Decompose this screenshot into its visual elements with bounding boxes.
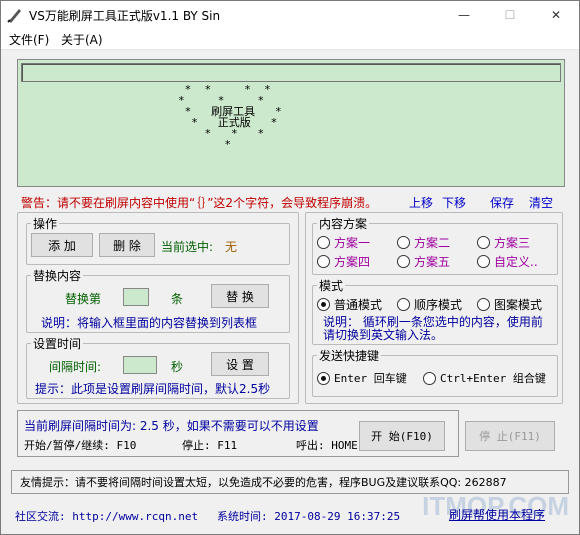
scheme-group: 内容方案 方案一 方案二 方案三 方案四 方案五 自定义.. bbox=[312, 215, 558, 275]
ops-title: 操作 bbox=[31, 215, 60, 232]
move-down-link[interactable]: 下移 bbox=[442, 194, 466, 211]
radio-circle-icon bbox=[317, 236, 330, 249]
stop-button[interactable]: 停 止(F11) bbox=[465, 421, 555, 451]
mode-radio-normal[interactable]: 普通模式 bbox=[317, 296, 382, 313]
add-button[interactable]: 添 加 bbox=[31, 233, 93, 257]
radio-selected-icon bbox=[317, 371, 330, 385]
menu-about[interactable]: 关于(A) bbox=[61, 31, 103, 48]
minimize-button[interactable]: — bbox=[441, 1, 487, 29]
replace-title: 替换内容 bbox=[31, 267, 84, 284]
mode-hint: 说明： 循环刷一条您选中的内容，使用前请切换到英文输入法。 bbox=[323, 315, 543, 342]
replace-hint: 说明：将输入框里面的内容替换到列表框 bbox=[41, 316, 258, 330]
scheme-label-2: 方案二 bbox=[414, 236, 451, 250]
interval-label: 间隔时间: bbox=[49, 360, 102, 374]
radio-circle-icon bbox=[477, 298, 490, 311]
radio-circle-icon bbox=[397, 255, 410, 268]
interval-input[interactable] bbox=[123, 356, 157, 374]
current-selection-value: 无 bbox=[225, 240, 238, 254]
scheme-label-4: 方案四 bbox=[334, 255, 371, 269]
hotkey-radio-enter[interactable]: Enter 回车键 bbox=[317, 370, 407, 386]
close-button[interactable]: ✕ bbox=[533, 1, 579, 29]
radio-circle-icon bbox=[477, 236, 490, 249]
interval-title: 设置时间 bbox=[31, 335, 84, 352]
scheme-radio-4[interactable]: 方案四 bbox=[317, 253, 370, 270]
pattern-preview: * * * * * * * * 刷屏工具 * * 正式版 * * * * * bbox=[178, 83, 282, 151]
community-link[interactable]: 社区交流: http://www.rcqn.net bbox=[15, 508, 198, 524]
program-link[interactable]: 刷屏帮使用本程序 bbox=[449, 506, 545, 523]
minimize-icon: — bbox=[458, 8, 470, 22]
replace-unit: 条 bbox=[171, 292, 184, 306]
app-window: VS万能刷屏工具正式版v1.1 BY Sin — ☐ ✕ 文件(F) 关于(A)… bbox=[0, 0, 580, 535]
delete-button[interactable]: 删 除 bbox=[99, 233, 155, 257]
current-selection-label: 当前选中: bbox=[161, 240, 214, 254]
radio-circle-icon bbox=[423, 371, 436, 385]
radio-circle-icon bbox=[317, 255, 330, 268]
scheme-radio-1[interactable]: 方案一 bbox=[317, 234, 370, 251]
replace-group: 替换内容 替换第 条 替 换 说明：将输入框里面的内容替换到列表框 bbox=[26, 267, 290, 333]
mode-group: 模式 普通模式 顺序模式 图案模式 说明： 循环刷一条您选中的内容，使用前请切换… bbox=[312, 277, 558, 345]
scheme-label-custom: 自定义.. bbox=[494, 255, 538, 269]
radio-circle-icon bbox=[397, 236, 410, 249]
key-stop-info: 停止: F11 bbox=[182, 439, 238, 452]
clear-link[interactable]: 清空 bbox=[529, 194, 553, 211]
menu-bar: 文件(F) 关于(A) bbox=[1, 29, 579, 50]
scheme-radio-5[interactable]: 方案五 bbox=[397, 253, 450, 270]
radio-circle-icon bbox=[397, 298, 410, 311]
title-bar: VS万能刷屏工具正式版v1.1 BY Sin — ☐ ✕ bbox=[1, 1, 579, 29]
system-time: 系统时间: 2017-08-29 16:37:25 bbox=[217, 510, 401, 523]
save-link[interactable]: 保存 bbox=[490, 194, 514, 211]
close-icon: ✕ bbox=[550, 8, 562, 22]
interval-unit: 秒 bbox=[171, 360, 184, 374]
scheme-label-1: 方案一 bbox=[334, 236, 371, 250]
radio-selected-icon bbox=[317, 298, 330, 311]
scheme-radio-custom[interactable]: 自定义.. bbox=[477, 253, 538, 270]
replace-label: 替换第 bbox=[65, 292, 102, 306]
window-title: VS万能刷屏工具正式版v1.1 BY Sin bbox=[29, 9, 221, 23]
content-input[interactable] bbox=[21, 63, 561, 82]
scheme-label-3: 方案三 bbox=[494, 236, 531, 250]
mode-title: 模式 bbox=[317, 277, 346, 294]
mode-radio-order[interactable]: 顺序模式 bbox=[397, 296, 462, 313]
maximize-icon: ☐ bbox=[504, 8, 516, 22]
hotkey-label-enter: Enter 回车键 bbox=[334, 372, 407, 385]
hotkey-label-ctrl-enter: Ctrl+Enter 组合键 bbox=[440, 372, 546, 385]
replace-button[interactable]: 替 换 bbox=[211, 284, 269, 308]
hotkey-group: 发送快捷键 Enter 回车键 Ctrl+Enter 组合键 bbox=[312, 347, 558, 397]
scheme-radio-2[interactable]: 方案二 bbox=[397, 234, 450, 251]
key-show-info: 呼出: HOME bbox=[296, 439, 358, 452]
scheme-label-5: 方案五 bbox=[414, 255, 451, 269]
hotkey-title: 发送快捷键 bbox=[317, 347, 382, 364]
radio-circle-icon bbox=[477, 255, 490, 268]
scheme-radio-3[interactable]: 方案三 bbox=[477, 234, 530, 251]
hotkey-radio-ctrl-enter[interactable]: Ctrl+Enter 组合键 bbox=[423, 370, 546, 386]
mode-label-order: 顺序模式 bbox=[414, 298, 463, 312]
set-interval-button[interactable]: 设 置 bbox=[211, 352, 269, 376]
right-panel: 内容方案 方案一 方案二 方案三 方案四 方案五 自定义.. 模式 普通模式 顺… bbox=[305, 212, 563, 404]
left-panel: 操作 添 加 删 除 当前选中: 无 替换内容 替换第 条 替 换 说明：将输入… bbox=[17, 212, 299, 404]
scheme-title: 内容方案 bbox=[317, 215, 370, 232]
content-display[interactable]: * * * * * * * * 刷屏工具 * * 正式版 * * * * * bbox=[17, 59, 565, 187]
app-icon bbox=[7, 9, 21, 23]
mode-radio-pattern[interactable]: 图案模式 bbox=[477, 296, 542, 313]
replace-index-input[interactable] bbox=[123, 288, 149, 306]
warning-text: 警告：请不要在刷屏内容中使用“｛｝”这2个字符，会导致程序崩溃。 bbox=[21, 196, 378, 210]
menu-file[interactable]: 文件(F) bbox=[9, 31, 49, 48]
mode-label-pattern: 图案模式 bbox=[494, 298, 543, 312]
tip-text: 友情提示：请不要将间隔时间设置太短，以免造成不必要的危害，程序BUG及建议联系Q… bbox=[20, 476, 507, 489]
maximize-button[interactable]: ☐ bbox=[487, 1, 533, 29]
interval-hint: 提示：此项是设置刷屏间隔时间，默认2.5秒 bbox=[35, 382, 271, 396]
move-up-link[interactable]: 上移 bbox=[409, 194, 433, 211]
interval-status: 当前刷屏间隔时间为: 2.5 秒，如果不需要可以不用设置 bbox=[24, 419, 319, 433]
start-button[interactable]: 开 始(F10) bbox=[359, 421, 445, 451]
ops-group: 操作 添 加 删 除 当前选中: 无 bbox=[26, 215, 290, 265]
interval-group: 设置时间 间隔时间: 秒 设 置 提示：此项是设置刷屏间隔时间，默认2.5秒 bbox=[26, 335, 290, 399]
mode-label-normal: 普通模式 bbox=[334, 298, 383, 312]
key-start-info: 开始/暂停/继续: F10 bbox=[24, 439, 137, 452]
